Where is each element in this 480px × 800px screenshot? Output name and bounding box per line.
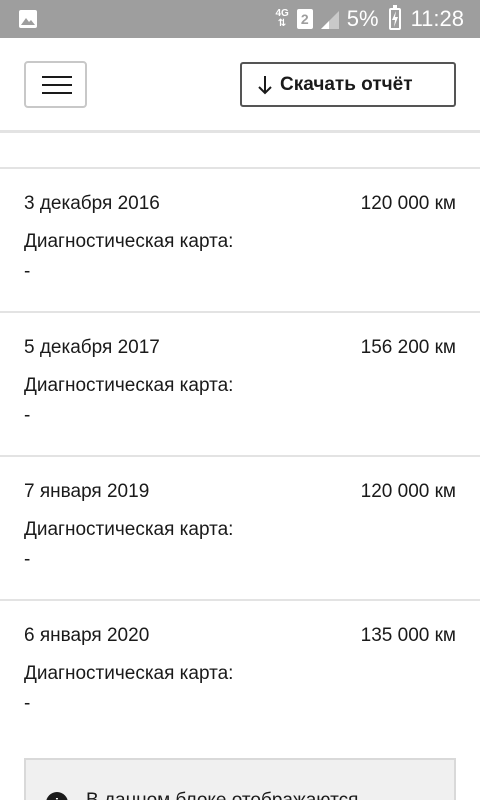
entry-date: 7 января 2019 <box>24 481 150 502</box>
signal-icon <box>320 11 339 29</box>
list-item: 7 января 2019 120 000 км Диагностическая… <box>0 457 480 599</box>
clock: 11:28 <box>410 6 464 31</box>
menu-icon <box>42 76 72 78</box>
entry-date: 5 декабря 2017 <box>24 337 160 358</box>
list-item: 6 января 2020 135 000 км Диагностическая… <box>0 601 480 743</box>
info-text: В данном блоке отображаются <box>86 790 358 800</box>
entry-label: Диагностическая карта: <box>24 519 234 540</box>
sim-indicator: 2 <box>296 9 313 29</box>
entry-date: 6 января 2020 <box>24 625 150 646</box>
entry-value: - <box>24 549 31 570</box>
entry-value: - <box>24 261 31 282</box>
entry-value: - <box>24 693 31 714</box>
entry-value: - <box>24 405 31 426</box>
entry-label: Диагностическая карта: <box>24 375 234 396</box>
download-report-button[interactable]: Скачать отчёт <box>240 62 456 107</box>
list-item: 5 декабря 2017 156 200 км Диагностическа… <box>0 313 480 455</box>
battery-percent: 5% <box>346 6 379 31</box>
entry-date: 3 декабря 2016 <box>24 193 160 214</box>
download-report-label: Скачать отчёт <box>280 73 413 95</box>
status-bar: 4G ⇅ 2 5% 11:28 <box>0 0 480 38</box>
gallery-notification-icon <box>19 10 37 28</box>
menu-button[interactable] <box>24 61 87 108</box>
info-box: i В данном блоке отображаются <box>24 758 456 800</box>
entry-label: Диагностическая карта: <box>24 663 234 684</box>
list-item: 3 декабря 2016 120 000 км Диагностическа… <box>0 169 480 311</box>
battery-icon <box>388 5 401 30</box>
info-icon: i <box>46 792 68 800</box>
entry-mileage: 120 000 км <box>360 481 456 502</box>
app-header: Скачать отчёт <box>0 38 480 132</box>
header-divider <box>0 130 480 133</box>
entry-label: Диагностическая карта: <box>24 231 234 252</box>
network-type-icon: 4G ⇅ <box>275 8 289 29</box>
entry-mileage: 135 000 км <box>360 625 456 646</box>
entry-mileage: 156 200 км <box>360 337 456 358</box>
arrow-down-icon <box>258 75 272 94</box>
entry-mileage: 120 000 км <box>360 193 456 214</box>
